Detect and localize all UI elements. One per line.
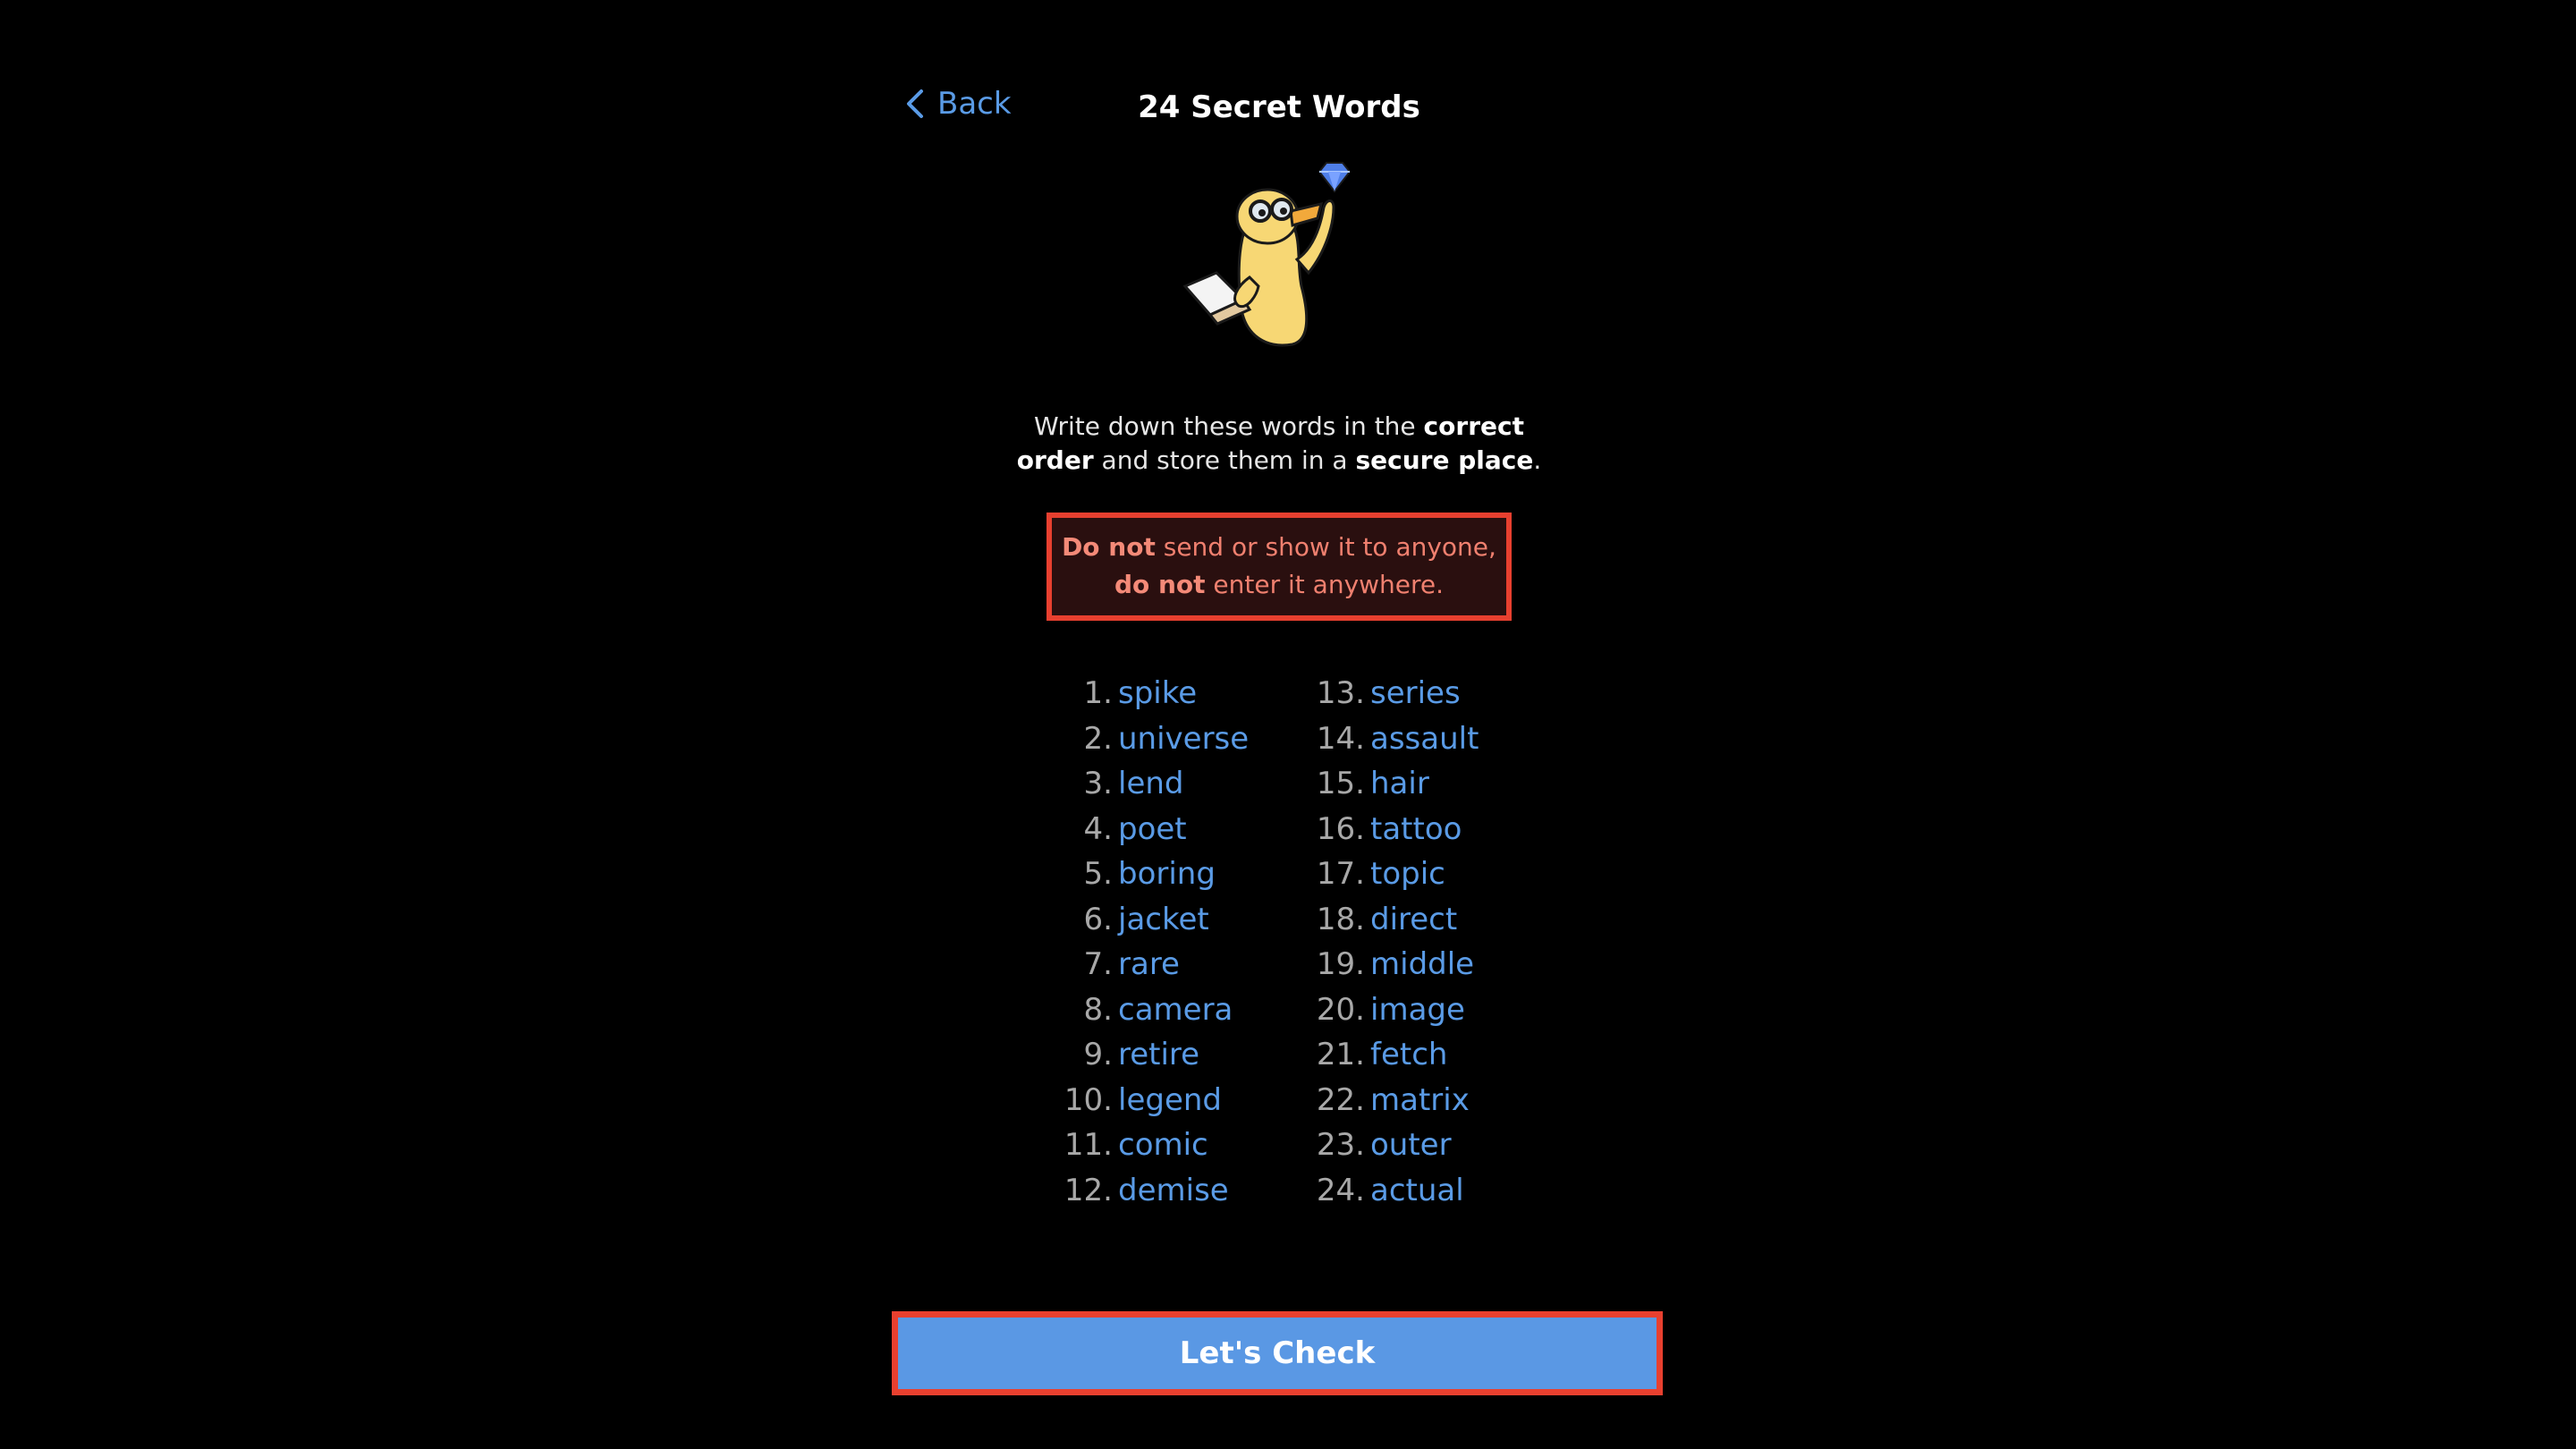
word-item: 21. fetch: [1315, 1032, 1479, 1078]
word-item: 7. rare: [1055, 942, 1249, 987]
word-number: 9.: [1083, 1037, 1113, 1072]
secret-word: hair: [1370, 766, 1429, 801]
instruction-part: .: [1533, 445, 1542, 475]
word-item: 9. retire: [1055, 1032, 1249, 1078]
secret-word: topic: [1370, 856, 1445, 892]
word-item: 10. legend: [1055, 1078, 1249, 1123]
diamond-icon: [1318, 162, 1352, 193]
word-column-right: 13. series 14. assault 15. hair 16. tattoo 1…: [1315, 671, 1479, 1213]
word-number: 18.: [1316, 901, 1365, 937]
word-item: 22. matrix: [1315, 1078, 1479, 1123]
warning-line-2: do not enter it anywhere.: [1052, 566, 1506, 604]
secret-word: jacket: [1118, 901, 1209, 937]
word-column-left: 1. spike 2. universe 3. lend 4. poet 5. borin…: [1055, 671, 1249, 1213]
warning-line-1: Do not send or show it to anyone,: [1052, 529, 1506, 566]
secret-word: rare: [1118, 946, 1180, 982]
word-number: 12.: [1063, 1172, 1113, 1208]
secret-words-screen: Back 24 Secret Words Write down these wo…: [0, 0, 2576, 1449]
warning-text: enter it anywhere.: [1205, 570, 1445, 599]
word-item: 16. tattoo: [1315, 807, 1479, 852]
word-number: 8.: [1083, 991, 1113, 1028]
word-item: 3. lend: [1055, 761, 1249, 807]
secret-word: fetch: [1370, 1037, 1448, 1072]
word-number: 7.: [1083, 946, 1113, 982]
secret-word: poet: [1118, 810, 1187, 847]
word-item: 20. image: [1315, 987, 1479, 1033]
word-item: 1. spike: [1055, 671, 1249, 716]
word-number: 10.: [1063, 1081, 1113, 1118]
secret-word: actual: [1370, 1172, 1464, 1208]
word-item: 2. universe: [1055, 716, 1250, 762]
secret-word: series: [1370, 675, 1461, 711]
word-number: 2.: [1083, 720, 1113, 757]
word-number: 4.: [1083, 810, 1113, 847]
instruction-part: Write down these words in the: [1034, 411, 1424, 441]
word-number: 21.: [1316, 1037, 1365, 1072]
word-number: 11.: [1063, 1127, 1113, 1163]
secret-word: lend: [1118, 766, 1184, 801]
word-item: 15. hair: [1315, 761, 1479, 807]
secret-word: middle: [1370, 946, 1475, 982]
lets-check-button[interactable]: Let's Check: [892, 1311, 1663, 1395]
secret-word: boring: [1118, 856, 1216, 892]
warning-text: send or show it to anyone,: [1155, 532, 1496, 562]
instruction-text: Write down these words in the correct or…: [1011, 410, 1547, 478]
word-number: 15.: [1316, 766, 1365, 801]
word-item: 24. actual: [1315, 1168, 1479, 1214]
word-item: 8. camera: [1055, 987, 1249, 1033]
word-number: 1.: [1083, 675, 1113, 711]
secret-word: matrix: [1370, 1081, 1470, 1118]
word-number: 22.: [1316, 1081, 1365, 1118]
word-item: 5. boring: [1055, 852, 1249, 897]
word-item: 14. assault: [1315, 716, 1479, 762]
word-item: 17. topic: [1315, 852, 1479, 897]
warning-emphasis: Do not: [1062, 532, 1156, 562]
word-item: 4. poet: [1055, 807, 1249, 852]
secret-word: retire: [1118, 1037, 1200, 1072]
duck-mascot-icon: [1182, 162, 1352, 347]
word-item: 13. series: [1315, 671, 1479, 716]
word-item: 12. demise: [1055, 1168, 1249, 1214]
warning-emphasis: do not: [1114, 570, 1206, 599]
word-item: 18. direct: [1315, 897, 1479, 943]
word-number: 13.: [1316, 675, 1365, 711]
secret-word: outer: [1370, 1127, 1452, 1163]
secret-word: image: [1370, 991, 1465, 1028]
word-item: 6. jacket: [1055, 897, 1249, 943]
secret-word-list: 1. spike 2. universe 3. lend 4. poet 5. borin…: [1055, 671, 1521, 1216]
secret-word: legend: [1118, 1081, 1222, 1118]
secret-word: demise: [1118, 1172, 1229, 1208]
word-number: 20.: [1316, 991, 1365, 1028]
word-number: 16.: [1316, 810, 1365, 847]
word-number: 24.: [1316, 1172, 1365, 1208]
word-item: 23. outer: [1315, 1123, 1479, 1168]
secret-word: universe: [1118, 720, 1250, 757]
secret-word: tattoo: [1370, 810, 1462, 847]
header: Back 24 Secret Words: [894, 80, 1664, 140]
word-number: 5.: [1083, 856, 1113, 892]
word-number: 6.: [1083, 901, 1113, 937]
secret-word: spike: [1118, 675, 1198, 711]
instruction-part: and store them in a: [1093, 445, 1356, 475]
word-item: 19. middle: [1315, 942, 1479, 987]
word-number: 19.: [1316, 946, 1365, 982]
word-number: 17.: [1316, 856, 1365, 892]
warning-box: Do not send or show it to anyone, do not…: [1046, 513, 1512, 621]
secret-word: comic: [1118, 1127, 1208, 1163]
word-item: 11. comic: [1055, 1123, 1249, 1168]
word-number: 23.: [1316, 1127, 1365, 1163]
word-number: 3.: [1083, 766, 1113, 801]
page-title: 24 Secret Words: [1138, 89, 1420, 125]
instruction-emphasis: secure place: [1355, 445, 1534, 475]
secret-word: direct: [1370, 901, 1458, 937]
secret-word: assault: [1370, 720, 1479, 757]
word-number: 14.: [1316, 720, 1365, 757]
secret-word: camera: [1118, 991, 1233, 1028]
